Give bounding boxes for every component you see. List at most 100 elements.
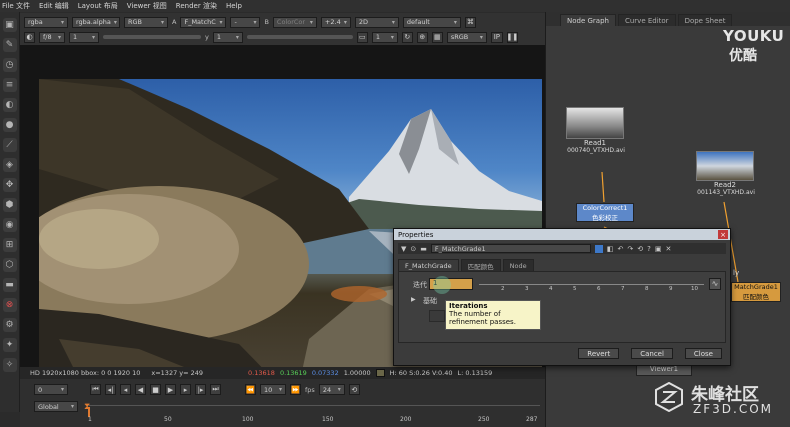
revert-button[interactable]: Revert: [578, 348, 620, 359]
ip-button[interactable]: IP: [490, 31, 503, 43]
prev-key-icon[interactable]: ◂|: [105, 384, 116, 395]
menu-viewer[interactable]: Viewer 视图: [127, 1, 167, 11]
colorspace-dropdown[interactable]: RGB: [124, 16, 168, 28]
read2-node[interactable]: Read2 001143_VTXHD.avi: [696, 151, 755, 196]
close-window-icon[interactable]: ×: [718, 230, 728, 239]
curve-icon[interactable]: ∿: [709, 278, 721, 290]
metadata-tool-icon[interactable]: ⊞: [2, 238, 17, 252]
channel-tool-icon[interactable]: ≡: [2, 78, 17, 92]
fstop-dropdown[interactable]: f/8: [39, 31, 65, 43]
gain-dropdown[interactable]: +2.4: [320, 16, 351, 28]
draw-tool-icon[interactable]: ✎: [2, 38, 17, 52]
stop-icon[interactable]: ■: [150, 384, 161, 395]
menu-render[interactable]: Render 渲染: [176, 1, 217, 11]
color-picker-icon[interactable]: [594, 244, 603, 253]
next-frame-icon[interactable]: ▸: [180, 384, 191, 395]
merge-tool-icon[interactable]: ◈: [2, 158, 17, 172]
tab-f-matchgrade[interactable]: F_MatchGrade: [398, 259, 459, 271]
menu-edit[interactable]: Edit 编辑: [39, 1, 69, 11]
a-input-dropdown[interactable]: F_MatchC: [180, 16, 227, 28]
float-icon[interactable]: ▣: [655, 245, 662, 253]
view-mode-dropdown[interactable]: 2D: [354, 16, 399, 28]
play-forward-icon[interactable]: ▶: [165, 384, 176, 395]
menu-help[interactable]: Help: [226, 2, 242, 10]
undo-icon[interactable]: ↶: [618, 245, 624, 253]
colorcorrect1-node[interactable]: ColorCorrect1 色彩校正: [576, 203, 634, 222]
fps-field[interactable]: 24: [318, 384, 345, 395]
prev-frame-icon[interactable]: ◂: [120, 384, 131, 395]
lock-icon[interactable]: ⌘: [464, 16, 476, 28]
pause-icon[interactable]: ❚❚: [507, 31, 518, 43]
alpha-dropdown[interactable]: rgba.alpha: [72, 16, 120, 28]
help-node-icon[interactable]: ⊙: [410, 245, 416, 253]
redo-icon[interactable]: ↷: [627, 245, 633, 253]
ocula-tool-icon[interactable]: ⊗: [2, 298, 17, 312]
next-key-icon[interactable]: |▸: [195, 384, 206, 395]
slider-tick: 3: [525, 286, 529, 292]
tab-node[interactable]: Node: [502, 259, 534, 271]
revert-icon[interactable]: ⟲: [637, 245, 643, 253]
time-tool-icon[interactable]: ◷: [2, 58, 17, 72]
read1-node[interactable]: Read1 000740_VTXHD.avi: [566, 107, 625, 154]
gamma-slider[interactable]: [246, 35, 353, 39]
frame-field[interactable]: 1: [69, 31, 99, 43]
plugin-tool-icon[interactable]: ⚙: [2, 318, 17, 332]
image-tool-icon[interactable]: ▣: [2, 18, 17, 32]
cursor-highlight: [433, 276, 451, 294]
extra-field[interactable]: [429, 310, 445, 322]
lut-dropdown[interactable]: default: [402, 16, 461, 28]
tick-label: 100: [242, 416, 254, 423]
compare-mode-dropdown[interactable]: -: [230, 16, 261, 28]
node-name-field[interactable]: F_MatchGrade1: [430, 244, 591, 253]
menu-file[interactable]: File 文件: [2, 1, 30, 11]
last-frame-icon[interactable]: ⏭: [210, 384, 221, 395]
range-dropdown[interactable]: Global: [34, 401, 78, 412]
gain-slider[interactable]: [103, 35, 201, 39]
python-tool-icon[interactable]: ✦: [2, 338, 17, 352]
other-tool-icon[interactable]: ⬡: [2, 258, 17, 272]
tab-matchgrade-cn[interactable]: 匹配颜色: [460, 259, 501, 271]
properties-titlebar[interactable]: Properties ×: [394, 229, 730, 240]
gamma-field[interactable]: 1: [212, 31, 243, 43]
views-tool-icon[interactable]: ◉: [2, 218, 17, 232]
collapse-icon[interactable]: ▼: [401, 245, 406, 253]
display-icon[interactable]: ▭: [356, 31, 368, 43]
expand-icon[interactable]: ▶: [411, 296, 416, 303]
help-icon[interactable]: ?: [647, 245, 651, 253]
current-frame-field[interactable]: 0: [34, 384, 68, 395]
refresh-icon[interactable]: ↻: [401, 31, 413, 43]
gizmo-tool-icon[interactable]: ✧: [2, 358, 17, 372]
node-color-icon[interactable]: ▬: [420, 245, 427, 253]
tick-label: 200: [400, 416, 412, 423]
iterations-slider[interactable]: [479, 284, 704, 285]
matchgrade1-name: MatchGrade1: [734, 283, 778, 291]
time-ruler[interactable]: 1 50 100 150 200 250 287: [88, 405, 540, 423]
clip-warning-icon[interactable]: ▦: [431, 31, 443, 43]
close-button[interactable]: Close: [684, 348, 722, 359]
keyer-tool-icon[interactable]: ⟋: [2, 138, 17, 152]
b-input-dropdown[interactable]: ColorCor: [272, 16, 317, 28]
menu-layout[interactable]: Layout 布局: [78, 1, 118, 11]
color-tool-icon[interactable]: ◐: [2, 98, 17, 112]
3d-tool-icon[interactable]: ⬢: [2, 198, 17, 212]
channels-dropdown[interactable]: rgba: [24, 16, 68, 28]
matchgrade1-node[interactable]: MatchGrade1 匹配颜色: [731, 282, 781, 302]
tooltip-text: The number of refinement passes.: [449, 310, 516, 326]
skip-back-icon[interactable]: ⏪: [245, 384, 256, 395]
furnace-tool-icon[interactable]: ▬: [2, 278, 17, 292]
loop-icon[interactable]: ⟲: [348, 384, 360, 395]
proxy-dropdown[interactable]: 1: [371, 31, 398, 43]
close-panel-icon[interactable]: ✕: [665, 245, 671, 253]
viewer-info-bar: HD 1920x1080 bbox: 0 0 1920 10 x=1327 y=…: [20, 367, 545, 379]
display-lut-dropdown[interactable]: sRGB: [446, 31, 487, 43]
play-backward-icon[interactable]: ◀: [135, 384, 146, 395]
filter-tool-icon[interactable]: ●: [2, 118, 17, 132]
first-frame-icon[interactable]: ⏮: [90, 384, 101, 395]
cancel-button[interactable]: Cancel: [631, 348, 673, 359]
skip-forward-icon[interactable]: ⏩: [290, 384, 301, 395]
transform-tool-icon[interactable]: ✥: [2, 178, 17, 192]
gl-icon[interactable]: ◧: [607, 245, 614, 253]
exposure-icon[interactable]: ◐: [24, 31, 35, 43]
roi-icon[interactable]: ⊕: [416, 31, 428, 43]
increment-field[interactable]: 10: [260, 384, 286, 395]
